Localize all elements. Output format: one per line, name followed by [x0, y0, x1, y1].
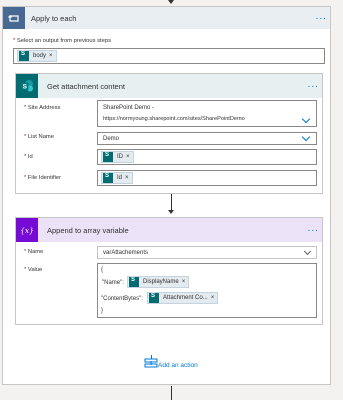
site-address-value-line2: https://normyoung.sharepoint.com/sites/S…	[103, 116, 245, 122]
sharepoint-icon: S	[16, 74, 38, 98]
remove-token-icon[interactable]: ×	[211, 295, 218, 301]
apply-to-each-title: Apply to each	[31, 13, 77, 23]
svg-text:S: S	[23, 84, 28, 91]
remove-token-icon[interactable]: ×	[126, 154, 133, 160]
sharepoint-token-icon	[129, 277, 139, 287]
value-brace-close: }	[101, 308, 104, 314]
site-address-label: * Site Address	[24, 105, 61, 111]
id-token[interactable]: ID ×	[101, 151, 134, 163]
apply-to-each-card: Apply to each ··· * Select an output fro…	[2, 6, 331, 385]
value-bytes-key: "ContentBytes":	[101, 296, 143, 302]
append-array-header[interactable]: {x} Append to array variable ···	[16, 218, 322, 242]
file-identifier-label: * File Identifier	[24, 175, 62, 181]
sharepoint-token-icon	[149, 293, 159, 303]
variable-name-label: * Name	[24, 249, 44, 255]
file-id-token[interactable]: Id ×	[101, 172, 133, 184]
remove-token-icon[interactable]: ×	[125, 175, 132, 181]
id-field[interactable]: ID ×	[97, 149, 317, 165]
sharepoint-token-icon	[103, 152, 113, 162]
append-array-title: Append to array variable	[47, 225, 129, 235]
value-label: * Value	[24, 267, 43, 273]
loop-icon	[3, 7, 25, 29]
variable-name-dropdown[interactable]: varAttachements	[97, 246, 317, 259]
connector-top-arrow	[168, 0, 174, 4]
attachment-content-token[interactable]: Attachment Co... ×	[147, 292, 219, 304]
remove-token-icon[interactable]: ×	[49, 53, 56, 59]
list-name-dropdown[interactable]: Demo	[97, 132, 317, 145]
site-address-dropdown[interactable]: SharePoint Demo - https://normyoung.shar…	[97, 100, 317, 127]
get-attachment-more-menu[interactable]: ···	[304, 81, 322, 92]
select-output-label: * Select an output from previous steps	[13, 38, 111, 44]
variable-name-value: varAttachements	[103, 250, 149, 256]
get-attachment-card: S Get attachment content ··· * Site Addr…	[15, 73, 323, 194]
append-array-card: {x} Append to array variable ··· * Name …	[15, 217, 323, 325]
append-array-more-menu[interactable]: ···	[304, 225, 322, 236]
id-label: * Id	[24, 154, 33, 160]
list-name-label: * List Name	[24, 134, 54, 140]
apply-to-each-header[interactable]: Apply to each ···	[3, 7, 330, 29]
display-name-token[interactable]: DisplayName ×	[127, 276, 190, 288]
value-field[interactable]: { "Name": DisplayName × "ContentBytes": …	[97, 263, 317, 318]
list-name-chevron-down-icon[interactable]	[301, 132, 311, 142]
variable-name-chevron-down-icon[interactable]	[303, 247, 312, 256]
list-name-value: Demo	[103, 136, 120, 142]
value-brace-open: {	[101, 267, 104, 273]
file-identifier-field[interactable]: Id ×	[97, 170, 317, 186]
get-attachment-title: Get attachment content	[47, 81, 125, 91]
apply-to-each-more-menu[interactable]: ···	[312, 13, 330, 24]
select-output-field[interactable]: body ×	[13, 48, 325, 64]
connector-middle	[171, 194, 172, 211]
connector-bottom	[171, 386, 172, 400]
add-action-icon[interactable]	[144, 358, 158, 368]
connector-middle-arrow	[168, 210, 174, 214]
site-address-value-line1: SharePoint Demo -	[103, 105, 155, 111]
variable-icon: {x}	[16, 218, 38, 242]
remove-token-icon[interactable]: ×	[182, 279, 189, 285]
body-token[interactable]: body ×	[17, 50, 57, 62]
value-name-key: "Name":	[102, 280, 124, 286]
get-attachment-header[interactable]: S Get attachment content ···	[16, 74, 322, 98]
sharepoint-token-icon	[103, 173, 113, 183]
sharepoint-token-icon	[19, 51, 29, 61]
site-address-chevron-down-icon[interactable]	[301, 114, 311, 124]
add-action-link[interactable]: Add an action	[158, 362, 198, 369]
